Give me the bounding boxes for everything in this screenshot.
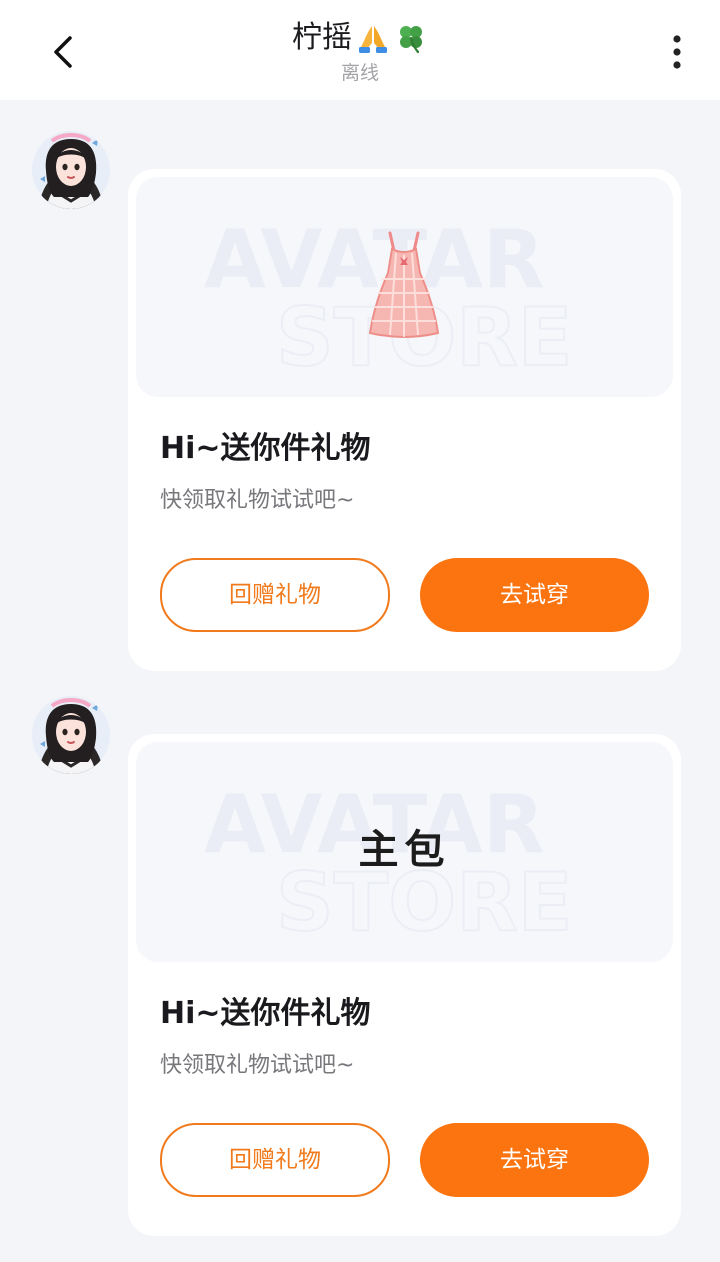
praying-hands-icon bbox=[359, 26, 387, 53]
chat-header: 柠摇 离线 bbox=[0, 0, 720, 100]
try-on-button[interactable]: 去试穿 bbox=[420, 558, 649, 632]
chat-title-area: 柠摇 离线 bbox=[160, 18, 560, 86]
card-title: Hi~送你件礼物 bbox=[160, 431, 371, 466]
avatar[interactable] bbox=[32, 696, 110, 774]
try-on-button[interactable]: 去试穿 bbox=[420, 1123, 649, 1197]
back-button[interactable] bbox=[40, 28, 88, 76]
online-status: 离线 bbox=[340, 62, 379, 84]
avatar-illustration bbox=[32, 696, 110, 774]
return-gift-button[interactable]: 回赠礼物 bbox=[160, 1123, 390, 1197]
contact-name: 柠摇 bbox=[292, 20, 352, 55]
gift-preview-text: 主包 bbox=[358, 827, 451, 873]
avatar[interactable] bbox=[32, 131, 110, 209]
gift-card[interactable]: AVATAR STORE 主包 Hi~送你件礼物 快领取礼物试试吧~ 回赠礼物 … bbox=[128, 734, 681, 1236]
gift-preview[interactable]: AVATAR STORE bbox=[136, 177, 673, 397]
pink-dress-image bbox=[368, 231, 440, 338]
card-subtitle: 快领取礼物试试吧~ bbox=[160, 1053, 355, 1078]
card-subtitle: 快领取礼物试试吧~ bbox=[160, 488, 355, 513]
return-gift-button[interactable]: 回赠礼物 bbox=[160, 558, 390, 632]
avatar-illustration bbox=[32, 131, 110, 209]
gift-card[interactable]: AVATAR STORE Hi~送你件礼物 快领取礼物试试吧~ 回赠礼物 去试穿 bbox=[128, 169, 681, 671]
card-title: Hi~送你件礼物 bbox=[160, 996, 371, 1031]
more-vertical-icon bbox=[673, 35, 681, 69]
gift-preview[interactable]: AVATAR STORE 主包 bbox=[136, 742, 673, 962]
four-leaf-clover-icon bbox=[400, 26, 422, 54]
chevron-left-icon bbox=[54, 36, 72, 68]
more-options-button[interactable] bbox=[654, 28, 702, 76]
